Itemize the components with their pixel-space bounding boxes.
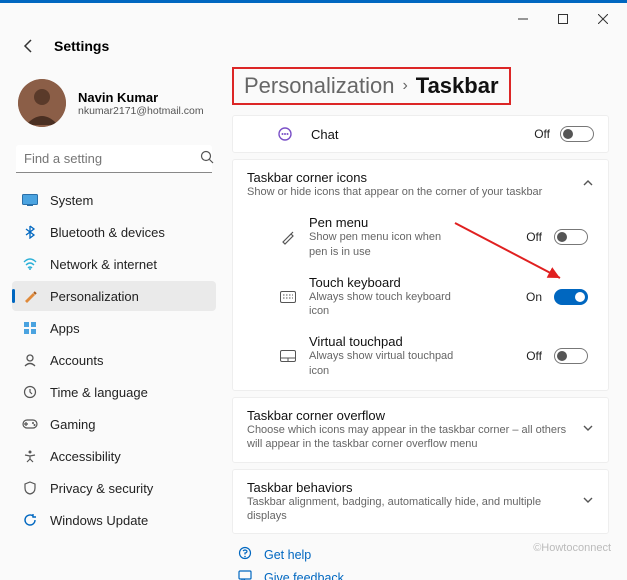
pen-menu-row: Pen menu Show pen menu icon when pen is … (247, 207, 594, 267)
sidebar-item-time[interactable]: Time & language (12, 377, 216, 407)
search-box[interactable] (16, 145, 212, 173)
chat-label: Chat (311, 127, 524, 142)
item-state: On (526, 290, 542, 304)
sidebar-item-label: System (50, 193, 93, 208)
main-content: Personalization › Taskbar Chat Off Taskb… (224, 63, 627, 580)
give-feedback-link[interactable]: Give feedback (238, 569, 603, 580)
sidebar-item-privacy[interactable]: Privacy & security (12, 473, 216, 503)
breadcrumb-current: Taskbar (416, 73, 499, 99)
user-name: Navin Kumar (78, 90, 204, 105)
system-icon (22, 192, 38, 208)
gaming-icon (22, 416, 38, 432)
item-desc: Always show virtual touchpad icon (309, 349, 459, 378)
corner-icons-section: Taskbar corner icons Show or hide icons … (232, 159, 609, 391)
app-title: Settings (54, 38, 109, 54)
chevron-down-icon (582, 422, 594, 437)
sidebar-item-label: Time & language (50, 385, 148, 400)
keyboard-icon (279, 288, 297, 306)
breadcrumb-parent[interactable]: Personalization (244, 73, 394, 99)
accessibility-icon (22, 448, 38, 464)
privacy-icon (22, 480, 38, 496)
sidebar-item-label: Personalization (50, 289, 139, 304)
maximize-button[interactable] (543, 5, 583, 33)
user-email: nkumar2171@hotmail.com (78, 105, 204, 117)
breadcrumb: Personalization › Taskbar (232, 67, 511, 105)
sidebar-item-label: Privacy & security (50, 481, 153, 496)
chevron-up-icon (582, 177, 594, 192)
sidebar-item-label: Gaming (50, 417, 96, 432)
item-title: Virtual touchpad (309, 334, 459, 349)
update-icon (22, 512, 38, 528)
section-title: Taskbar behaviors (247, 480, 572, 495)
sidebar: Navin Kumar nkumar2171@hotmail.com Syste… (0, 63, 224, 580)
personalization-icon (22, 288, 38, 304)
header: Settings (0, 35, 627, 63)
item-desc: Always show touch keyboard icon (309, 290, 459, 319)
apps-icon (22, 320, 38, 336)
time-icon (22, 384, 38, 400)
overflow-section[interactable]: Taskbar corner overflow Choose which ico… (232, 397, 609, 463)
feedback-icon (238, 569, 254, 580)
close-button[interactable] (583, 5, 623, 33)
item-desc: Show pen menu icon when pen is in use (309, 230, 459, 259)
item-title: Pen menu (309, 215, 459, 230)
sidebar-item-gaming[interactable]: Gaming (12, 409, 216, 439)
touchpad-icon (279, 347, 297, 365)
chat-icon (277, 126, 293, 142)
sidebar-item-label: Windows Update (50, 513, 148, 528)
pen-menu-toggle[interactable] (554, 229, 588, 245)
avatar (18, 79, 66, 127)
sidebar-item-label: Network & internet (50, 257, 157, 272)
sidebar-item-label: Accessibility (50, 449, 121, 464)
section-title: Taskbar corner icons (247, 170, 572, 185)
sidebar-item-label: Bluetooth & devices (50, 225, 165, 240)
chat-row[interactable]: Chat Off (232, 115, 609, 153)
section-desc: Taskbar alignment, badging, automaticall… (247, 495, 572, 524)
link-label: Get help (264, 548, 311, 562)
network-icon (22, 256, 38, 272)
chevron-down-icon (582, 494, 594, 509)
section-desc: Show or hide icons that appear on the co… (247, 185, 572, 199)
item-state: Off (526, 349, 542, 363)
sidebar-item-accessibility[interactable]: Accessibility (12, 441, 216, 471)
sidebar-item-label: Apps (50, 321, 80, 336)
chat-toggle[interactable] (560, 126, 594, 142)
chevron-right-icon: › (402, 77, 407, 95)
titlebar (0, 3, 627, 35)
minimize-button[interactable] (503, 5, 543, 33)
sidebar-item-label: Accounts (50, 353, 103, 368)
item-title: Touch keyboard (309, 275, 459, 290)
pen-icon (279, 228, 297, 246)
sidebar-item-apps[interactable]: Apps (12, 313, 216, 343)
section-title: Taskbar corner overflow (247, 408, 572, 423)
back-button[interactable] (18, 35, 40, 57)
sidebar-item-update[interactable]: Windows Update (12, 505, 216, 535)
search-icon (200, 150, 214, 167)
touch-keyboard-toggle[interactable] (554, 289, 588, 305)
sidebar-item-accounts[interactable]: Accounts (12, 345, 216, 375)
sidebar-item-bluetooth[interactable]: Bluetooth & devices (12, 217, 216, 247)
help-icon (238, 546, 254, 563)
item-state: Off (526, 230, 542, 244)
link-label: Give feedback (264, 571, 344, 580)
accounts-icon (22, 352, 38, 368)
touch-keyboard-row: Touch keyboard Always show touch keyboar… (247, 267, 594, 327)
sidebar-item-personalization[interactable]: Personalization (12, 281, 216, 311)
chat-state: Off (534, 127, 550, 141)
user-block[interactable]: Navin Kumar nkumar2171@hotmail.com (12, 71, 216, 143)
virtual-touchpad-row: Virtual touchpad Always show virtual tou… (247, 326, 594, 386)
bluetooth-icon (22, 224, 38, 240)
sidebar-item-system[interactable]: System (12, 185, 216, 215)
corner-icons-header[interactable]: Taskbar corner icons Show or hide icons … (247, 170, 594, 199)
sidebar-item-network[interactable]: Network & internet (12, 249, 216, 279)
behaviors-section[interactable]: Taskbar behaviors Taskbar alignment, bad… (232, 469, 609, 535)
watermark: ©Howtoconnect (533, 542, 611, 554)
search-input[interactable] (24, 151, 200, 166)
section-desc: Choose which icons may appear in the tas… (247, 423, 572, 452)
virtual-touchpad-toggle[interactable] (554, 348, 588, 364)
